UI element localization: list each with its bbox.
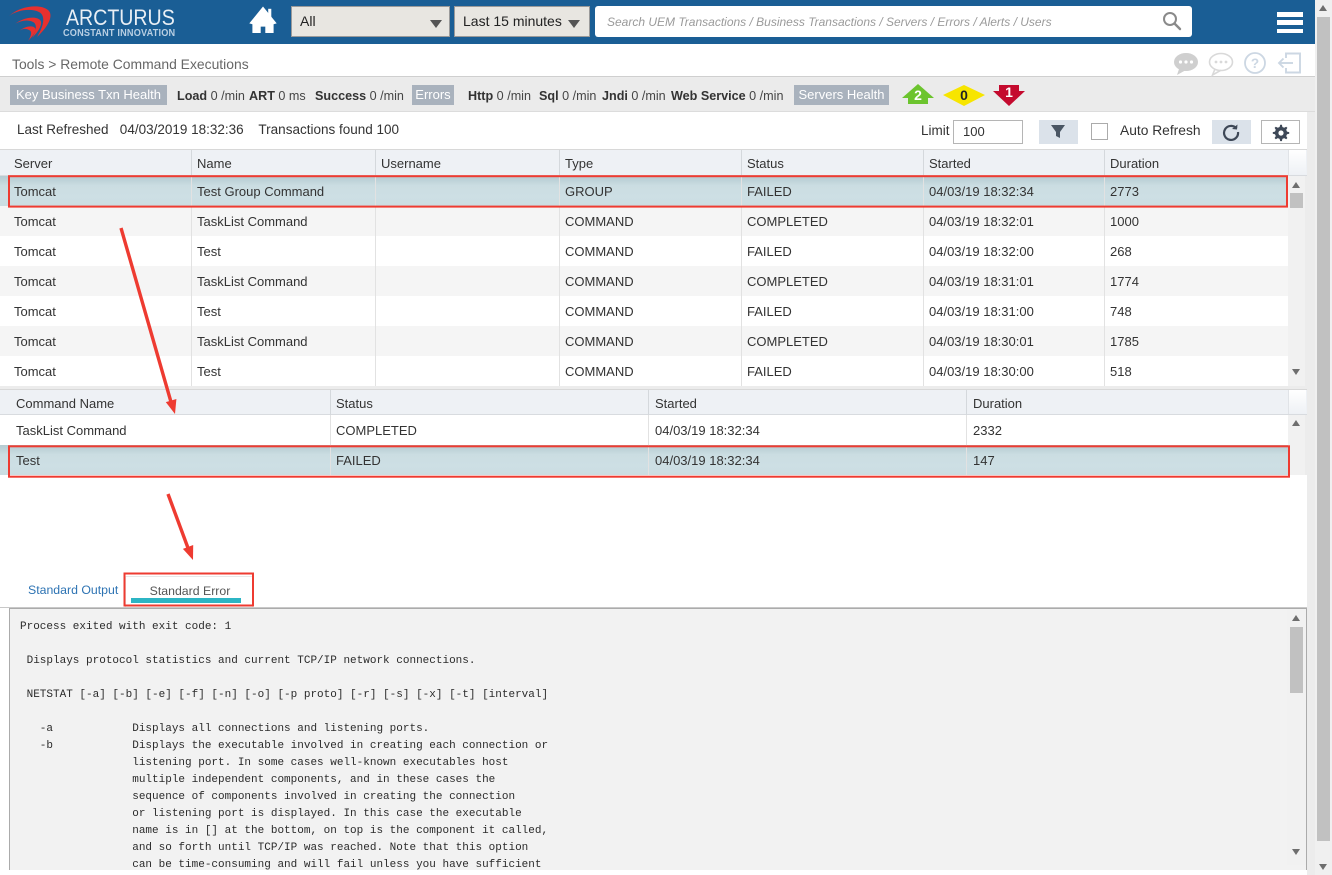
svg-text:1: 1 (1005, 84, 1013, 100)
svg-text:2: 2 (914, 87, 922, 103)
svg-text:0: 0 (960, 87, 968, 103)
svg-text:?: ? (1251, 56, 1259, 71)
